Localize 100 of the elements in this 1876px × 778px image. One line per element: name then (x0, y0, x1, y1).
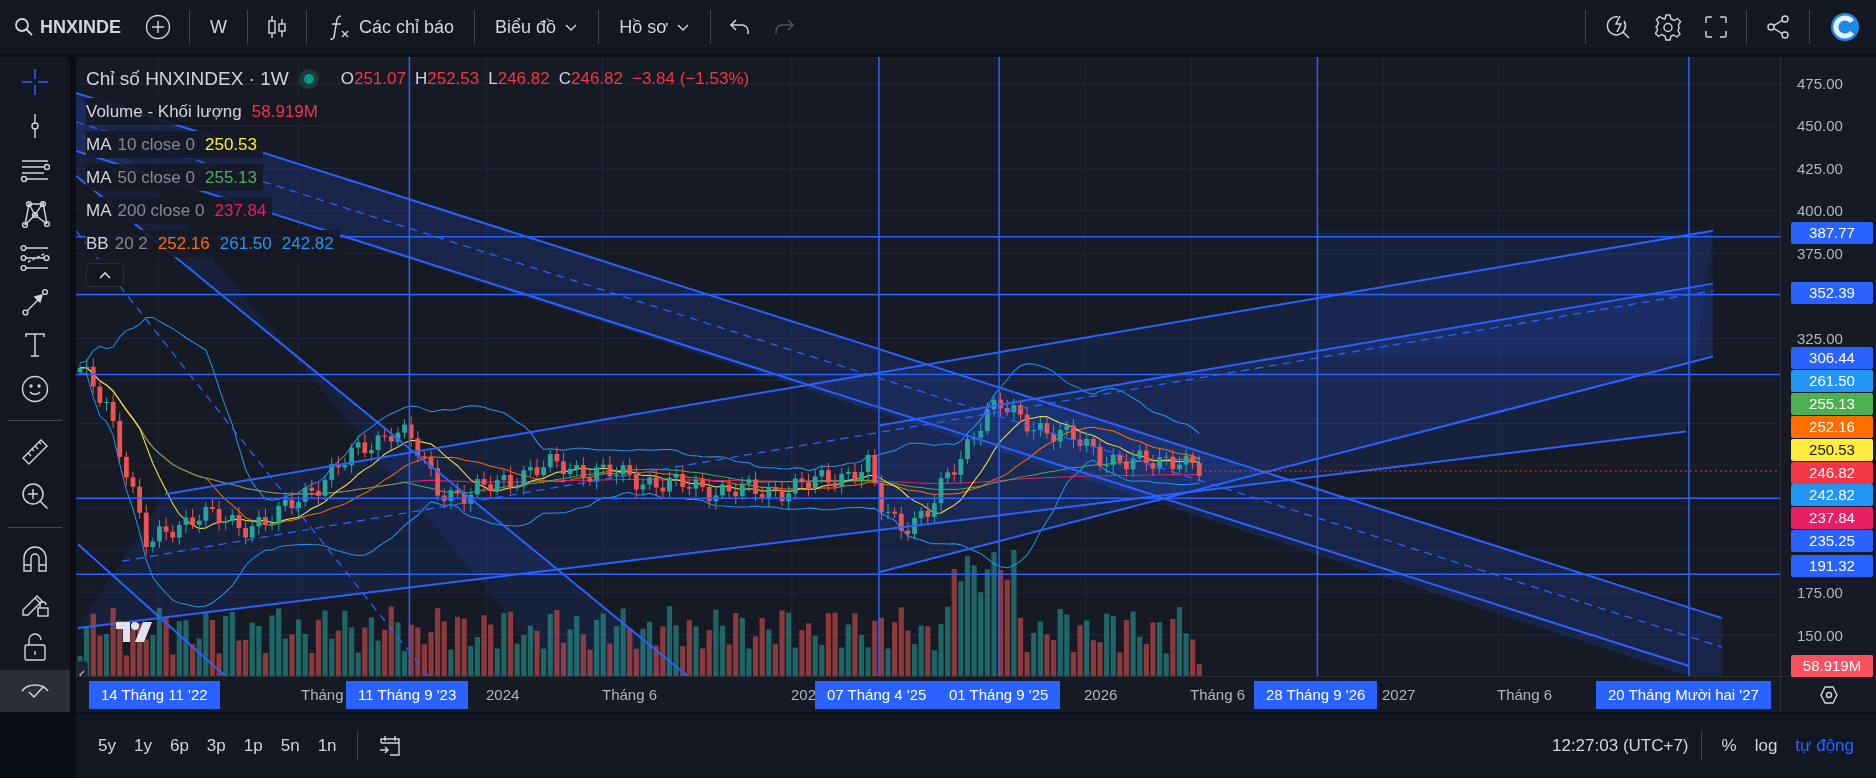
redo-icon (772, 18, 795, 36)
study-params: 20 2 (114, 233, 148, 254)
study-name: Volume - Khối lượng (86, 101, 242, 122)
range-button[interactable]: 1p (235, 730, 271, 762)
pattern-icon (20, 198, 50, 229)
smiley-icon (20, 374, 50, 405)
logo-icon (1830, 12, 1860, 42)
lock-icon (22, 632, 48, 662)
study-value: 242.82 (281, 233, 334, 254)
price-tag: 237.84 (1791, 507, 1873, 529)
price-tag: 252.16 (1791, 416, 1873, 438)
chevron-up-icon (98, 270, 112, 280)
study-value: 255.13 (205, 167, 257, 188)
time-axis-label: Tháng 6 (1497, 685, 1553, 705)
study-value: 237.84 (214, 200, 267, 221)
price-axis-label: 175.00 (1797, 583, 1843, 603)
time-axis-label: 2024 (486, 685, 520, 705)
price-axis-label: 450.00 (1797, 116, 1843, 136)
crosshair-icon (21, 67, 49, 96)
status-dot-icon (298, 68, 319, 89)
zoom-in-icon (20, 481, 50, 512)
price-axis-label: 425.00 (1797, 159, 1843, 179)
undo-icon (728, 18, 751, 36)
clock-text: 12:27:03 (UTC+7) (1552, 736, 1689, 756)
hexagon-gear-icon (1818, 684, 1839, 705)
price-tag: 58.919M (1791, 655, 1873, 677)
collapse-legend-button[interactable] (86, 263, 124, 287)
symbol-search-button[interactable]: HNXINDE (8, 10, 131, 44)
search-icon (14, 17, 34, 37)
candlestick-icon (266, 14, 288, 40)
price-tag: 250.53 (1791, 439, 1873, 461)
date-tag: 07 Tháng 4 '25 (815, 681, 939, 709)
range-button[interactable]: 5y (90, 730, 124, 762)
price-tag: 387.77 (1791, 222, 1873, 244)
date-tag: 01 Tháng 9 '25 (937, 681, 1061, 709)
study-value: 250.53 (205, 134, 257, 155)
text-tool-icon (23, 331, 47, 360)
time-axis-label: 2027 (1382, 685, 1416, 705)
date-tag: 20 Tháng Mười hai '27 (1596, 681, 1771, 709)
symbol-title: Chỉ số HNXINDEX · 1W (86, 67, 289, 90)
ohlc-value: H252.53 (414, 68, 480, 89)
range-button[interactable]: 5n (272, 730, 308, 762)
price-tag: 352.39 (1791, 282, 1873, 304)
time-axis-label: Tháng 6 (1190, 685, 1246, 705)
lightning-search-icon (1604, 13, 1632, 41)
time-axis-label: Tháng (301, 685, 344, 705)
range-button[interactable]: 6p (161, 730, 197, 762)
function-icon (327, 13, 351, 41)
study-value: 58.919M (251, 101, 318, 122)
scale-mode-button[interactable]: tự động (1787, 730, 1862, 762)
magnet-icon (21, 544, 49, 575)
interval-button[interactable]: W (200, 10, 237, 44)
study-params: 200 close 0 (117, 200, 205, 221)
price-axis-label: 400.00 (1797, 201, 1843, 221)
calendar-arrow-icon (377, 734, 402, 758)
price-tag: 235.25 (1791, 530, 1873, 552)
fibonacci-icon (20, 243, 50, 272)
profile-menu-button[interactable]: Hồ sơ (609, 10, 700, 44)
study-value: 261.50 (219, 233, 272, 254)
arrow-icon (21, 287, 49, 316)
time-axis-label: 2026 (1084, 685, 1118, 705)
chart-menu-button[interactable]: Biểu đồ (485, 10, 589, 44)
study-params: 10 close 0 (117, 134, 195, 155)
price-tag: 246.82 (1791, 462, 1873, 484)
price-tag: 255.13 (1791, 393, 1873, 415)
date-tag: 14 Tháng 11 '22 (89, 681, 220, 709)
price-axis-label: 325.00 (1797, 329, 1843, 349)
price-tag: 242.82 (1791, 484, 1873, 506)
settings-icon (1654, 13, 1682, 41)
price-axis-label: 475.00 (1797, 74, 1843, 94)
ohlc-value: O251.07 (340, 68, 406, 89)
study-params: 50 close 0 (117, 167, 195, 188)
caret-icon (675, 22, 690, 32)
price-axis-label: 375.00 (1797, 244, 1843, 264)
date-tag: 28 Tháng 9 '26 (1254, 681, 1378, 709)
scale-mode-button[interactable]: % (1713, 730, 1745, 762)
share-icon (1765, 14, 1791, 40)
study-name: MA (86, 200, 112, 221)
range-button[interactable]: 1y (125, 730, 160, 762)
study-name: MA (86, 134, 112, 155)
study-value: 252.16 (157, 233, 210, 254)
ohlc-value: L246.82 (488, 68, 550, 89)
price-change: −3.84 (−1.53%) (631, 68, 750, 89)
indicators-button[interactable]: Các chỉ báo (317, 7, 465, 47)
study-name: BB (86, 233, 109, 254)
fullscreen-icon (1704, 15, 1728, 39)
line-tool-icon (31, 111, 39, 140)
caret-icon (564, 22, 579, 32)
price-tag: 261.50 (1791, 370, 1873, 392)
range-button[interactable]: 3p (198, 730, 234, 762)
price-tag: 306.44 (1791, 347, 1873, 369)
ohlc-value: C246.82 (558, 68, 623, 89)
price-axis-label: 150.00 (1797, 626, 1843, 646)
range-button[interactable]: 1n (309, 730, 345, 762)
scale-mode-button[interactable]: log (1746, 730, 1786, 762)
study-name: MA (86, 167, 112, 188)
date-tag: 11 Tháng 9 '23 (346, 681, 469, 709)
time-axis-label: Tháng 6 (602, 685, 658, 705)
time-axis-label: 202 (791, 685, 817, 705)
plus-icon (145, 14, 171, 40)
